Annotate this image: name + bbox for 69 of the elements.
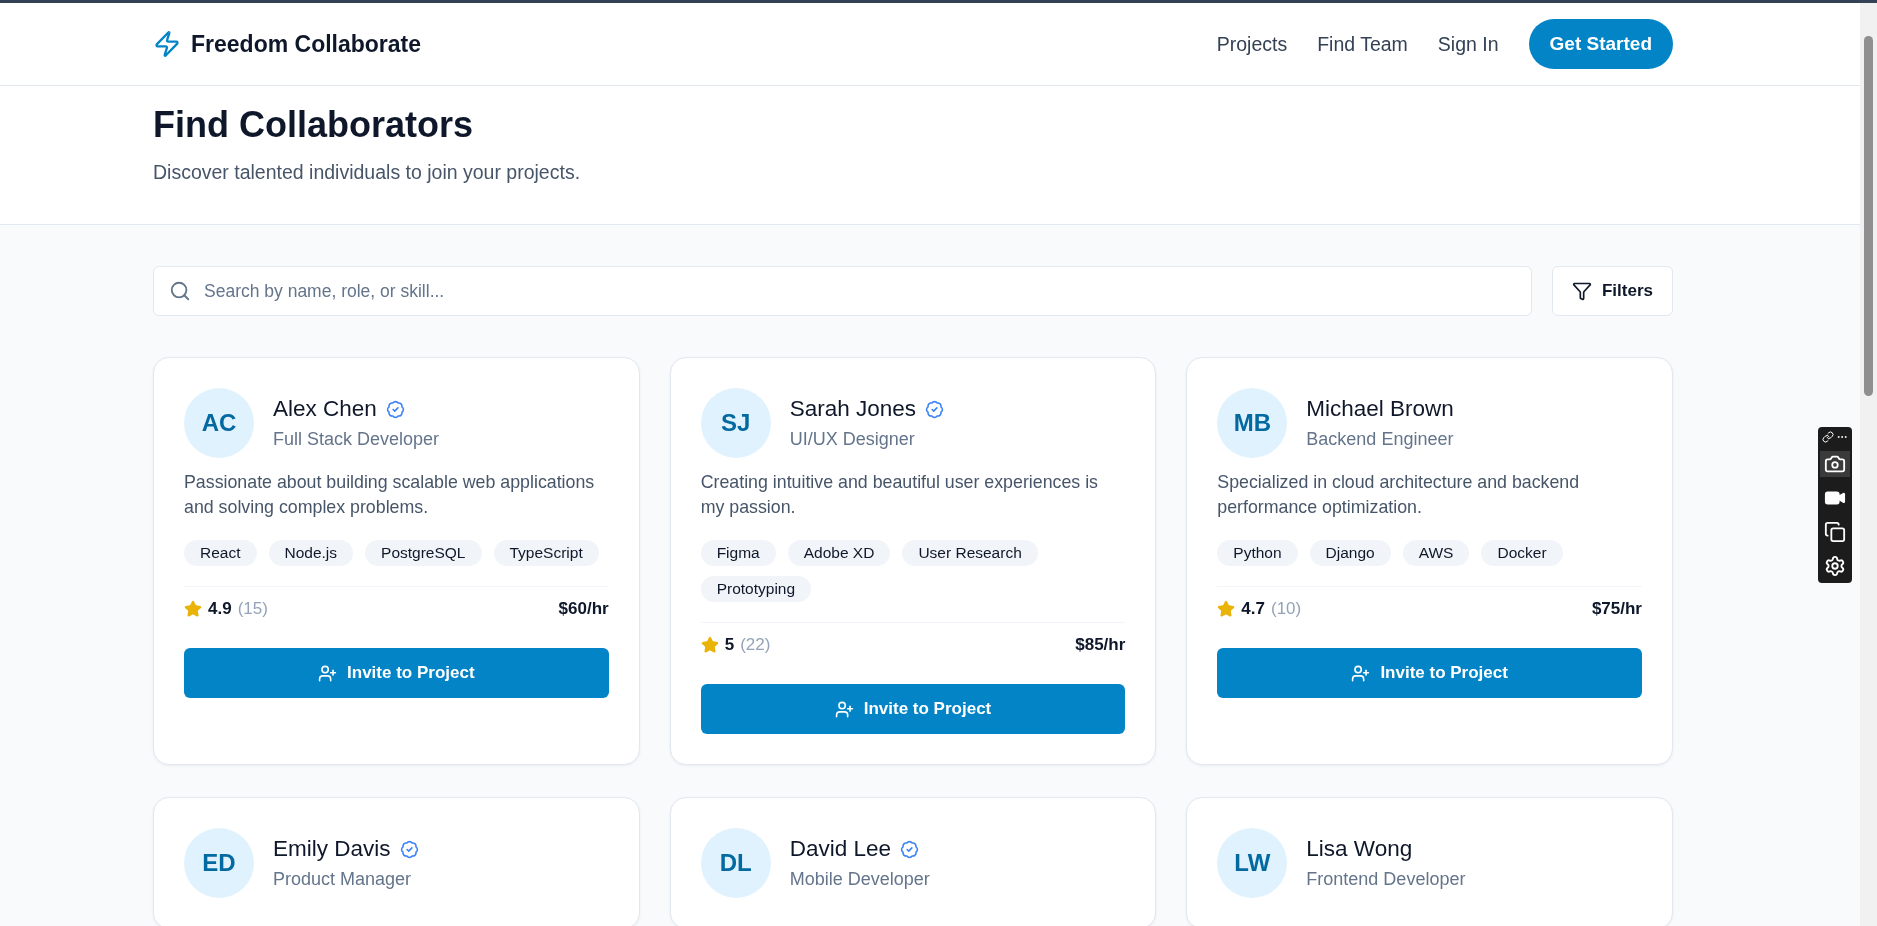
settings-icon[interactable]: [1824, 555, 1846, 577]
person-role: Backend Engineer: [1306, 429, 1454, 450]
lightning-icon: [153, 30, 181, 58]
person-role: Frontend Developer: [1306, 869, 1466, 890]
skill-tag: Node.js: [268, 540, 354, 566]
rating-score: 4.7: [1241, 599, 1265, 619]
person-name: David Lee: [789, 836, 891, 862]
brand-name: Freedom Collaborate: [191, 30, 422, 58]
hourly-rate: $75/hr: [1591, 599, 1642, 619]
camera-icon[interactable]: [1824, 453, 1846, 475]
skill-tag: Prototyping: [700, 576, 812, 602]
skill-tag: Python: [1217, 540, 1298, 566]
person-role: Mobile Developer: [789, 869, 930, 890]
invite-button[interactable]: Invite to Project: [184, 648, 609, 698]
skill-tag: AWS: [1402, 540, 1470, 566]
skill-tag: Figma: [700, 540, 776, 566]
person-name: Emily Davis: [273, 836, 391, 862]
person-bio: Creating intuitive and beautiful user experiences is my passion.: [700, 471, 1099, 519]
avatar: ED: [184, 828, 254, 898]
nav-link[interactable]: Sign In: [1437, 32, 1499, 56]
person-role: Product Manager: [273, 869, 413, 890]
filters-button[interactable]: Filters: [1551, 266, 1673, 316]
avatar: LW: [1217, 828, 1288, 898]
nav-link[interactable]: Find Team: [1317, 32, 1408, 56]
avatar: MB: [1217, 388, 1288, 458]
scrollbar-thumb[interactable]: [1864, 36, 1873, 396]
person-role: Full Stack Developer: [273, 429, 440, 450]
person-bio: Specialized in cloud architecture and backend performance optimization.: [1217, 471, 1581, 519]
search-icon: [169, 280, 191, 302]
avatar: DL: [700, 828, 771, 898]
invite-button[interactable]: Invite to Project: [700, 684, 1126, 734]
review-count: (15): [237, 599, 268, 619]
scrollbar[interactable]: [1860, 3, 1877, 926]
page-subtitle: Discover talented individuals to join your projects.: [153, 161, 582, 184]
person-role: UI/UX Designer: [789, 429, 916, 450]
skill-tag: User Research: [902, 540, 1038, 566]
person-name: Michael Brown: [1306, 396, 1454, 422]
review-count: (22): [740, 635, 771, 655]
star-icon: [700, 636, 719, 654]
user-plus-icon: [1351, 663, 1371, 683]
page-title: Find Collaborators: [153, 103, 474, 147]
person-name: Sarah Jones: [789, 396, 916, 422]
skill-tag: PostgreSQL: [365, 540, 482, 566]
skill-tag: TypeScript: [493, 540, 599, 566]
nav-link[interactable]: Projects: [1216, 32, 1288, 56]
skill-tag: React: [184, 540, 257, 566]
windows-icon[interactable]: [1824, 521, 1846, 543]
rating-score: 5: [724, 635, 735, 655]
skill-tag: Docker: [1481, 540, 1563, 566]
rating-score: 4.9: [208, 599, 232, 619]
user-plus-icon: [834, 699, 854, 719]
user-plus-icon: [318, 663, 338, 683]
star-icon: [184, 600, 202, 618]
filter-icon: [1571, 281, 1592, 301]
review-count: (10): [1270, 599, 1302, 619]
skill-tag: Django: [1309, 540, 1391, 566]
hourly-rate: $60/hr: [558, 599, 609, 619]
get-started-button[interactable]: Get Started: [1528, 19, 1673, 69]
avatar: SJ: [700, 388, 771, 458]
search-field[interactable]: Search by name, role, or skill...: [153, 266, 1532, 316]
avatar: AC: [184, 388, 254, 458]
star-icon: [1217, 600, 1236, 618]
link-icon[interactable]: [1822, 431, 1834, 443]
skill-tag: Adobe XD: [787, 540, 891, 566]
person-bio: Passionate about building scalable web applications and solving complex problems.: [184, 471, 596, 519]
invite-button[interactable]: Invite to Project: [1217, 648, 1642, 698]
hourly-rate: $85/hr: [1075, 635, 1126, 655]
person-name: Alex Chen: [273, 396, 377, 422]
person-name: Lisa Wong: [1306, 836, 1413, 862]
